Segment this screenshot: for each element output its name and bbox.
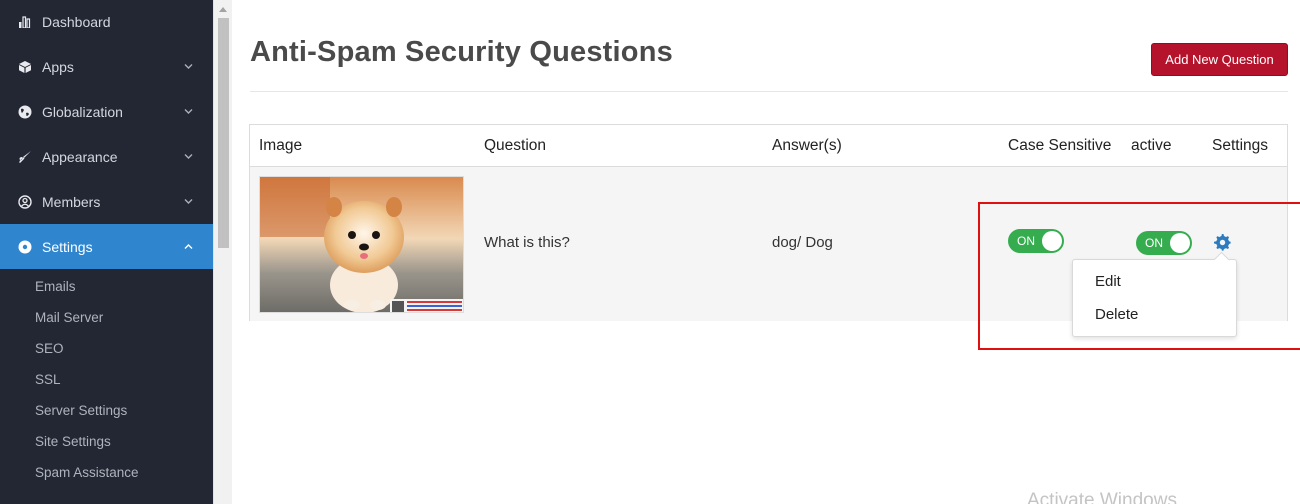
question-image: [259, 176, 464, 313]
sidebar-subitem-mail-server[interactable]: Mail Server: [0, 302, 213, 333]
chevron-up-icon: [184, 241, 193, 252]
sidebar-item-label: Appearance: [42, 148, 118, 165]
column-header-question: Question: [484, 137, 547, 154]
sidebar-item-dashboard[interactable]: Dashboard: [0, 14, 213, 44]
sidebar: Dashboard Apps Globalization Appearance …: [0, 0, 213, 504]
answers-text: dog/ Dog: [772, 234, 833, 251]
sidebar-item-members[interactable]: Members: [0, 179, 213, 224]
toggle-knob: [1170, 233, 1190, 253]
column-header-active: active: [1131, 137, 1172, 154]
add-new-question-button[interactable]: Add New Question: [1151, 43, 1288, 76]
row-settings-dropdown: Edit Delete: [1072, 259, 1237, 337]
divider: [250, 91, 1288, 92]
toggle-label: ON: [1145, 236, 1163, 250]
user-circle-icon: [18, 194, 32, 209]
sidebar-item-globalization[interactable]: Globalization: [0, 89, 213, 134]
sidebar-item-settings[interactable]: Settings: [0, 224, 213, 269]
activate-windows-watermark: Activate Windows: [1027, 490, 1177, 504]
case-sensitive-toggle[interactable]: ON: [1008, 229, 1064, 253]
column-header-answers: Answer(s): [772, 137, 842, 154]
delete-menu-item[interactable]: Delete: [1095, 306, 1138, 323]
sidebar-item-label: Apps: [42, 58, 74, 75]
toggle-knob: [1042, 231, 1062, 251]
sidebar-item-label: Globalization: [42, 103, 123, 120]
sidebar-item-appearance[interactable]: Appearance: [0, 134, 213, 179]
sidebar-item-label: Members: [42, 193, 101, 210]
sidebar-subitem-spam-assistance[interactable]: Spam Assistance: [0, 457, 213, 488]
column-header-settings: Settings: [1212, 137, 1269, 154]
active-toggle[interactable]: ON: [1136, 231, 1192, 255]
chevron-down-icon: [184, 151, 193, 162]
cube-icon: [18, 60, 32, 74]
sidebar-subitem-ssl[interactable]: SSL: [0, 364, 213, 395]
globe-icon: [18, 105, 32, 119]
sidebar-subitem-seo[interactable]: SEO: [0, 333, 213, 364]
sidebar-subitem-server-settings[interactable]: Server Settings: [0, 395, 213, 426]
sidebar-item-label: Settings: [42, 238, 93, 255]
sidebar-item-apps[interactable]: Apps: [0, 44, 213, 89]
toggle-label: ON: [1017, 234, 1035, 248]
table-header: Image Question Answer(s) Case Sensitive …: [250, 125, 1287, 167]
gear-icon: [18, 240, 32, 254]
sidebar-item-label: Dashboard: [42, 14, 111, 30]
chevron-down-icon: [184, 61, 193, 72]
page-title: Anti-Spam Security Questions: [250, 36, 673, 68]
app: Dashboard Apps Globalization Appearance …: [0, 0, 1300, 504]
edit-menu-item[interactable]: Edit: [1095, 273, 1121, 290]
scrollbar-thumb[interactable]: [218, 18, 229, 248]
column-header-image: Image: [259, 137, 303, 154]
chevron-down-icon: [184, 106, 193, 117]
column-header-case-sensitive: Case Sensitive: [1008, 137, 1112, 154]
sidebar-scrollbar[interactable]: [213, 0, 232, 504]
question-text: What is this?: [484, 234, 570, 251]
brush-icon: [18, 150, 32, 164]
chevron-down-icon: [184, 196, 193, 207]
sidebar-subitem-emails[interactable]: Emails: [0, 271, 213, 302]
scroll-up-arrow-icon[interactable]: [214, 0, 232, 18]
sidebar-subitem-site-settings[interactable]: Site Settings: [0, 426, 213, 457]
bar-chart-icon: [18, 14, 32, 28]
